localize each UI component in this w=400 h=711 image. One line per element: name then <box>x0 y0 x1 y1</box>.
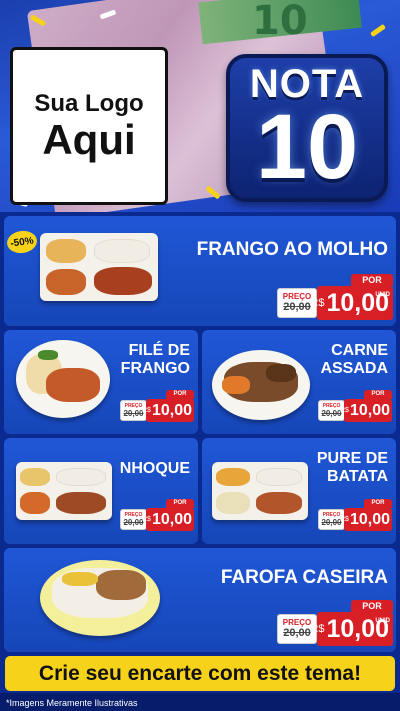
food-image <box>16 462 112 520</box>
price-por-label: POR <box>166 499 194 508</box>
price-tag: POR PREÇO 20,00 R$ 10,00 UNID <box>277 600 393 648</box>
price-por-label: POR <box>364 499 392 508</box>
product-name-line1: PURE DE <box>316 450 388 467</box>
logo-text-bottom: Aqui <box>42 115 136 163</box>
food-portion <box>56 468 106 486</box>
price-por-label: POR <box>364 390 392 399</box>
product-name-line1: CARNE <box>331 342 388 359</box>
price-new: R$ 10,00 <box>142 399 194 422</box>
logo-text-top: Sua Logo <box>34 89 144 117</box>
food-portion <box>20 468 50 486</box>
product-name-line2: ASSADA <box>320 359 388 377</box>
price-new-value: 10,00 <box>349 510 390 528</box>
food-portion <box>256 492 302 514</box>
product-name: NHOQUE <box>119 460 190 477</box>
confetti <box>370 23 386 38</box>
price-por-label: POR <box>351 600 393 612</box>
food-portion <box>46 368 100 402</box>
product-name-line2: BATATA <box>326 467 388 485</box>
price-new-value: 10,00 <box>151 401 192 419</box>
price-currency: R$ <box>340 407 349 414</box>
price-tag: POR PREÇO 20,00 R$ 10,00 <box>318 390 392 424</box>
price-tag: POR PREÇO 20,00 R$ 10,00 UNID <box>277 274 393 322</box>
food-image <box>212 350 310 420</box>
price-currency: R$ <box>142 516 151 523</box>
price-currency: R$ <box>142 407 151 414</box>
food-portion <box>222 376 250 394</box>
header-banner: 10 Sua Logo Aqui NOTA 10 <box>0 0 400 212</box>
price-currency: R$ <box>310 623 325 635</box>
food-image <box>212 462 308 520</box>
food-portion <box>216 492 250 514</box>
product-name: FAROFA CASEIRA <box>220 567 388 588</box>
price-new-value: 10,00 <box>151 510 192 528</box>
food-portion <box>96 570 146 600</box>
food-portion <box>94 267 152 295</box>
price-new: R$ 10,00 <box>142 508 194 531</box>
price-tag: POR PREÇO 20,00 R$ 10,00 <box>120 390 194 424</box>
price-new-value: 10,00 <box>349 401 390 419</box>
banknote-value: 10 <box>252 0 308 44</box>
price-por-label: POR <box>351 274 393 286</box>
food-portion <box>216 468 250 486</box>
food-portion <box>94 239 150 263</box>
food-portion <box>62 572 98 586</box>
food-image <box>40 560 160 636</box>
food-portion <box>266 364 296 382</box>
product-name-line1: FILÉ DE <box>128 342 190 359</box>
food-portion <box>38 350 58 360</box>
product-name: FRANGO AO MOLHO <box>196 239 388 260</box>
food-portion <box>46 239 86 263</box>
price-tag: POR PREÇO 20,00 R$ 10,00 <box>120 499 194 533</box>
food-image <box>40 233 158 301</box>
product-name: FILÉ DE FRANGO <box>121 342 190 377</box>
product-name-line2: FRANGO <box>120 359 190 377</box>
food-portion <box>56 492 106 514</box>
product-name: CARNE ASSADA <box>320 342 388 377</box>
price-unit: UNID <box>375 618 390 624</box>
food-portion <box>46 269 86 295</box>
price-new: R$ 10,00 <box>340 508 392 531</box>
logo-placeholder[interactable]: Sua Logo Aqui <box>10 47 168 205</box>
price-new: R$ 10,00 <box>340 399 392 422</box>
food-portion <box>256 468 302 486</box>
price-por-label: POR <box>166 390 194 399</box>
nota-10-badge: NOTA 10 <box>226 54 388 202</box>
price-tag: POR PREÇO 20,00 R$ 10,00 <box>318 499 392 533</box>
product-name: PURE DE BATATA <box>317 450 388 485</box>
cta-banner[interactable]: Crie seu encarte com este tema! <box>5 656 395 691</box>
price-currency: R$ <box>340 516 349 523</box>
food-portion <box>20 492 50 514</box>
badge-number: 10 <box>255 96 359 199</box>
price-unit: UNID <box>375 292 390 298</box>
food-image <box>16 340 110 418</box>
price-currency: R$ <box>310 297 325 309</box>
disclaimer-text: *Imagens Meramente Ilustrativas <box>6 698 138 708</box>
